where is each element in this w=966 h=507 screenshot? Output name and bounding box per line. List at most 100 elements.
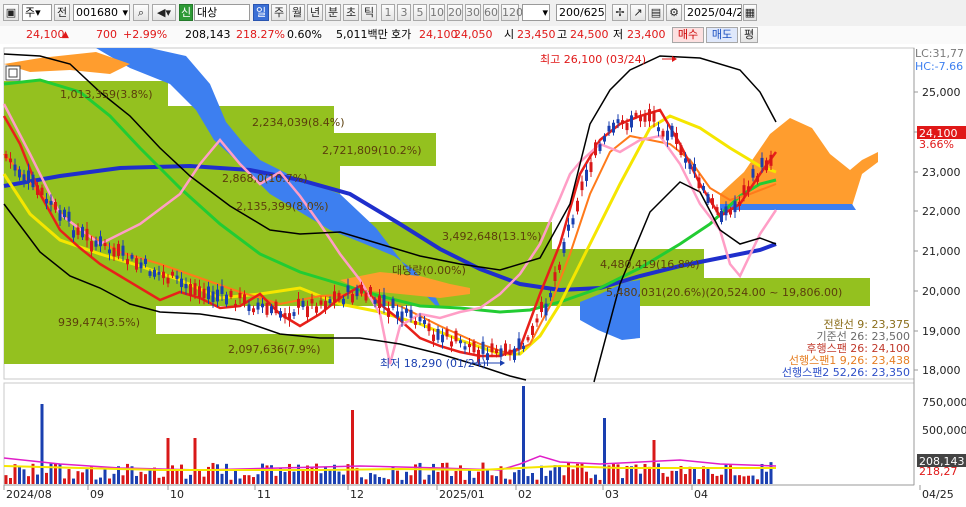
price-chart[interactable]: 1,013,359(3.8%) 2,234,039(8.4%) 2,721,809(… <box>0 44 966 507</box>
gear-icon[interactable]: ⚙ <box>666 4 682 21</box>
candle-body <box>225 294 228 305</box>
candle-body <box>103 242 107 247</box>
volume-bar <box>405 471 408 484</box>
volume-bar <box>472 477 476 484</box>
minute-5[interactable]: 5 <box>413 4 427 21</box>
candle-body <box>342 298 345 305</box>
candle-body <box>639 116 642 122</box>
draw-line-icon[interactable]: ↗ <box>630 4 646 21</box>
candle-body <box>283 313 287 319</box>
candle-body <box>693 164 696 172</box>
range-field[interactable]: 200/625 <box>556 4 606 21</box>
candle-body <box>576 200 579 212</box>
volume-bar <box>126 463 129 484</box>
volume-bar <box>517 469 521 484</box>
profile-label: 939,474(3.5%) <box>58 316 140 329</box>
date-tick-label: 09 <box>90 488 104 501</box>
bid-price: 24,050 <box>454 28 493 41</box>
volume-bar <box>292 471 296 484</box>
tab-period-week[interactable]: 주 <box>271 4 287 21</box>
minute-120[interactable]: 120 <box>501 4 523 21</box>
minute-10[interactable]: 10 <box>429 4 445 21</box>
volume-bar <box>535 479 539 484</box>
minute-20[interactable]: 20 <box>447 4 463 21</box>
buy-button[interactable]: 매수 <box>672 27 704 43</box>
volume-bar <box>360 477 363 484</box>
minute-3[interactable]: 3 <box>397 4 411 21</box>
stock-name-field[interactable]: 대상 <box>194 4 250 21</box>
save-icon[interactable]: ▤ <box>648 4 664 21</box>
tab-period-day[interactable]: 일 <box>253 4 269 21</box>
candle-body <box>315 306 318 313</box>
tab-period-month[interactable]: 월 <box>289 4 305 21</box>
candle-body <box>351 294 354 303</box>
volume-bar <box>486 470 489 484</box>
candle-body <box>571 218 575 225</box>
price-tick-label: 19,000 <box>922 325 961 338</box>
candle-body <box>310 299 314 304</box>
volume-bar <box>121 475 125 484</box>
date-tick-label: 04/25 <box>922 488 954 501</box>
eval-button[interactable]: 평 <box>740 27 758 43</box>
candle-body <box>463 346 467 350</box>
tab-period-tick[interactable]: 틱 <box>361 4 377 21</box>
cursor-icon[interactable]: ✢ <box>612 4 628 21</box>
date-tick-label: 2025/01 <box>439 488 485 501</box>
minute-60[interactable]: 60 <box>483 4 499 21</box>
volume-bar <box>621 478 624 484</box>
volume-bar <box>648 466 651 484</box>
tab-period-year[interactable]: 년 <box>307 4 323 21</box>
chart-settings-icon[interactable] <box>5 65 21 81</box>
candle-body <box>171 271 174 276</box>
price-tick-label: 25,000 <box>922 86 961 99</box>
volume-bar <box>441 462 444 484</box>
candle-body <box>333 291 336 302</box>
volume-bar <box>283 472 287 484</box>
volume-bar <box>157 477 161 484</box>
volume-bar <box>18 466 21 484</box>
volume-bar <box>373 474 377 484</box>
tab-period-minute[interactable]: 분 <box>325 4 341 21</box>
volume-bar <box>243 475 246 484</box>
candle-body <box>243 294 246 304</box>
period-select[interactable]: 주▾ <box>22 4 52 21</box>
candle-body <box>67 211 71 222</box>
candle-body <box>193 283 197 296</box>
tab-period-second[interactable]: 초 <box>343 4 359 21</box>
candle-body <box>301 300 305 308</box>
minute-30[interactable]: 30 <box>465 4 481 21</box>
candle-body <box>400 311 404 322</box>
calendar-icon[interactable]: ▦ <box>743 4 757 21</box>
candle-body <box>553 272 557 281</box>
candle-body <box>297 298 300 308</box>
volume-bar <box>189 474 192 484</box>
candle-body <box>162 271 165 279</box>
candle-body <box>621 120 624 124</box>
speaker-icon[interactable]: ◀▾ <box>152 4 176 21</box>
volume-bar <box>238 478 242 484</box>
volume-bar <box>175 470 179 484</box>
candle-body <box>625 123 629 131</box>
volume-bar <box>639 473 642 484</box>
change-pct: +2.99% <box>123 28 168 41</box>
stock-code-input[interactable]: 001680 ▾ <box>73 4 130 21</box>
minute-1[interactable]: 1 <box>381 4 395 21</box>
date-field[interactable]: 2025/04/25 <box>684 4 742 21</box>
minute-custom-input[interactable]: ▾ <box>522 4 550 21</box>
new-badge: 신 <box>179 4 193 21</box>
search-icon[interactable]: ⌕ <box>133 4 149 21</box>
sell-button[interactable]: 매도 <box>706 27 738 43</box>
volume-ratio: 218.27% <box>236 28 285 41</box>
window-menu-icon[interactable]: ▣ <box>3 4 19 21</box>
candle-body <box>90 241 93 252</box>
volume-bar <box>247 475 251 484</box>
candle-body <box>292 312 296 316</box>
volume-bar <box>666 476 669 484</box>
volume-bar <box>423 479 426 484</box>
candle-body <box>238 292 242 299</box>
open-price: 23,450 <box>517 28 556 41</box>
candle-body <box>54 201 57 210</box>
date-tick-label: 2024/08 <box>6 488 52 501</box>
volume-bar <box>468 468 471 484</box>
prev-button[interactable]: 전 <box>54 4 70 21</box>
